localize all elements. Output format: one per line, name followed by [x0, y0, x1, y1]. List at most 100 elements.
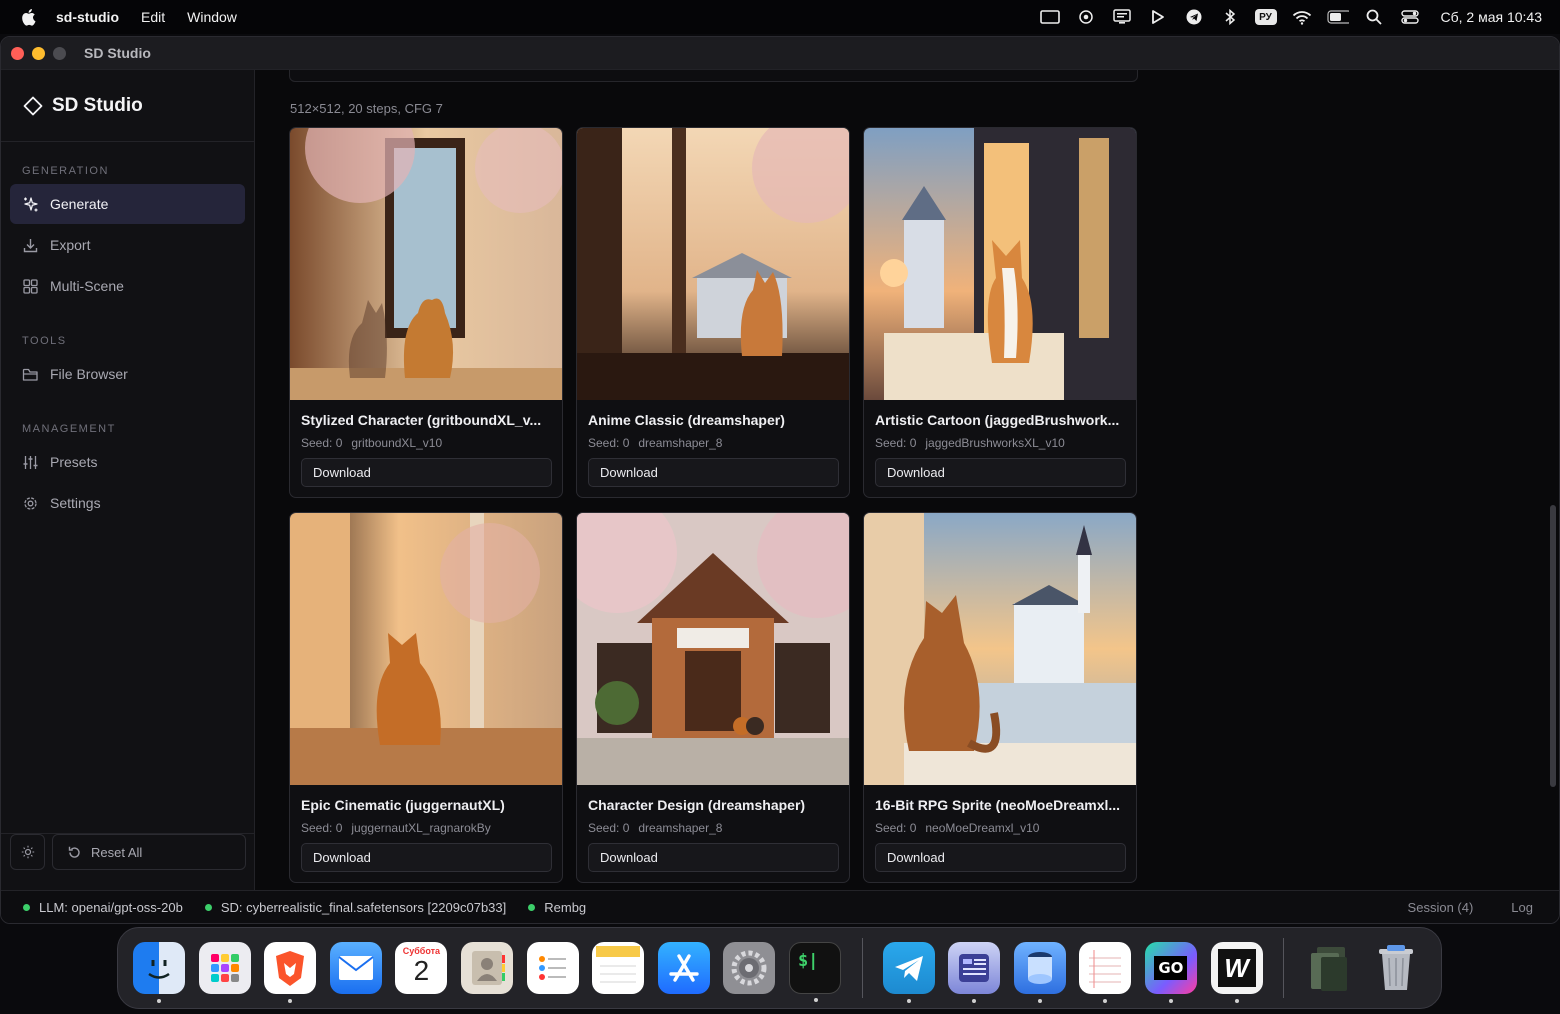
card-seed: Seed: 0: [875, 436, 917, 450]
card-meta: Seed: 0 gritboundXL_v10: [301, 436, 442, 450]
result-image[interactable]: [290, 128, 562, 400]
reminders-icon[interactable]: [526, 942, 579, 994]
log-button[interactable]: Log: [1511, 900, 1533, 915]
wifi-icon[interactable]: [1291, 9, 1313, 25]
reset-all-button[interactable]: Reset All: [52, 834, 246, 870]
card-model: neoMoeDreamxl_v10: [925, 821, 1040, 835]
menu-window[interactable]: Window: [187, 9, 237, 25]
download-button[interactable]: Download: [875, 843, 1126, 872]
llm-status: LLM: openai/gpt-oss-20b: [23, 900, 183, 915]
rembg-status: Rembg: [528, 900, 586, 915]
text-edit-icon[interactable]: [1079, 942, 1132, 1003]
launchpad-icon[interactable]: [198, 942, 251, 994]
vertical-scrollbar[interactable]: [1550, 505, 1556, 787]
card-model: dreamshaper_8: [638, 821, 723, 835]
sidebar-item-export[interactable]: Export: [10, 225, 245, 265]
sidebar-item-generate[interactable]: Generate: [10, 184, 245, 224]
telegram-icon[interactable]: [882, 942, 935, 1003]
menu-bar: sd-studio Edit Window РУ Сб, 2 мая 10:43: [0, 0, 1560, 34]
card-seed: Seed: 0: [588, 821, 630, 835]
battery-icon[interactable]: [1326, 9, 1349, 25]
screen-record-icon[interactable]: [1075, 9, 1097, 25]
card-model: juggernautXL_ragnarokBy: [351, 821, 491, 835]
card-model: dreamshaper_8: [638, 436, 723, 450]
rembg-status-label: Rembg: [544, 900, 587, 915]
webstorm-label: W: [1217, 949, 1256, 987]
mail-icon[interactable]: [329, 942, 382, 994]
play-icon[interactable]: [1147, 9, 1169, 25]
calendar-icon[interactable]: Суббота 2: [395, 942, 448, 994]
maximize-window-button[interactable]: [53, 46, 66, 60]
section-label-management: MANAGEMENT: [22, 423, 116, 435]
diamond-logo-icon: [23, 96, 43, 116]
contacts-icon[interactable]: [460, 942, 513, 994]
goland-icon[interactable]: GO: [1144, 942, 1197, 1003]
result-image[interactable]: [864, 128, 1136, 400]
card-meta: Seed: 0 neoMoeDreamxl_v10: [875, 821, 1039, 835]
monitor-icon[interactable]: [1111, 9, 1133, 25]
menubar-clock[interactable]: Сб, 2 мая 10:43: [1441, 9, 1543, 25]
download-icon: [22, 237, 39, 254]
downloads-stack-icon[interactable]: [1304, 942, 1356, 994]
keyboard-layout-indicator[interactable]: РУ: [1254, 9, 1277, 25]
theme-toggle-button[interactable]: [10, 834, 45, 870]
running-indicator: [906, 999, 911, 1003]
webstorm-icon[interactable]: W: [1210, 942, 1263, 1003]
running-indicator: [1037, 999, 1042, 1003]
bluetooth-icon[interactable]: [1219, 9, 1241, 25]
session-button[interactable]: Session (4): [1408, 900, 1474, 915]
app-store-icon[interactable]: [657, 942, 710, 994]
terminal-icon[interactable]: $|: [788, 942, 841, 1002]
sidebar-item-label: Export: [50, 237, 91, 253]
sd-status: SD: cyberrealistic_final.safetensors [22…: [204, 900, 506, 915]
minimize-window-button[interactable]: [32, 46, 45, 60]
sidebar-item-presets[interactable]: Presets: [10, 442, 245, 482]
close-window-button[interactable]: [11, 46, 24, 60]
ui-builder-app-icon[interactable]: [948, 942, 1001, 1003]
menu-app-name[interactable]: sd-studio: [56, 9, 119, 25]
card-meta: Seed: 0 jaggedBrushworksXL_v10: [875, 436, 1065, 450]
card-title: Anime Classic (dreamshaper): [588, 412, 785, 428]
telegram-tray-icon[interactable]: [1183, 9, 1205, 25]
result-image[interactable]: [577, 128, 849, 400]
apple-icon[interactable]: [20, 8, 38, 26]
notes-icon[interactable]: [592, 942, 645, 994]
download-button[interactable]: Download: [875, 458, 1126, 487]
result-card: Epic Cinematic (juggernautXL) Seed: 0 jug…: [289, 512, 563, 883]
download-button[interactable]: Download: [588, 458, 839, 487]
menu-edit[interactable]: Edit: [141, 9, 165, 25]
calendar-date-label: 2: [413, 955, 430, 986]
section-label-tools: TOOLS: [22, 335, 67, 347]
grid-icon: [22, 278, 39, 295]
sidebar-item-file-browser[interactable]: File Browser: [10, 354, 245, 394]
finder-icon[interactable]: [133, 942, 185, 1003]
goland-label: GO: [1154, 956, 1188, 980]
download-button[interactable]: Download: [588, 843, 839, 872]
download-button[interactable]: Download: [301, 843, 552, 872]
card-title: Stylized Character (gritboundXL_v...: [301, 412, 542, 428]
result-image[interactable]: [577, 513, 849, 785]
card-model: jaggedBrushworksXL_v10: [925, 436, 1065, 450]
running-indicator: [1103, 999, 1108, 1003]
card-title: Epic Cinematic (juggernautXL): [301, 797, 505, 813]
card-seed: Seed: 0: [875, 821, 917, 835]
brave-browser-icon[interactable]: [264, 942, 317, 1003]
section-label-generation: GENERATION: [22, 165, 109, 177]
card-model: gritboundXL_v10: [351, 436, 443, 450]
brand-name: SD Studio: [52, 94, 143, 116]
download-button[interactable]: Download: [301, 458, 552, 487]
sidebar-item-multi-scene[interactable]: Multi-Scene: [10, 266, 245, 306]
sidebar-item-settings[interactable]: Settings: [10, 483, 245, 523]
control-center-icon[interactable]: [1399, 9, 1421, 25]
system-settings-icon[interactable]: [723, 942, 776, 994]
result-image[interactable]: [290, 513, 562, 785]
storage-app-icon[interactable]: [1013, 942, 1066, 1003]
result-image[interactable]: [864, 513, 1136, 785]
search-icon[interactable]: [1363, 9, 1385, 25]
terminal-prompt-glyph: $|: [797, 951, 819, 971]
window-controls: [11, 46, 66, 60]
status-dot-icon: [23, 904, 30, 911]
display-icon[interactable]: [1039, 9, 1061, 25]
dock-separator: [861, 938, 863, 998]
trash-icon[interactable]: [1370, 942, 1422, 994]
